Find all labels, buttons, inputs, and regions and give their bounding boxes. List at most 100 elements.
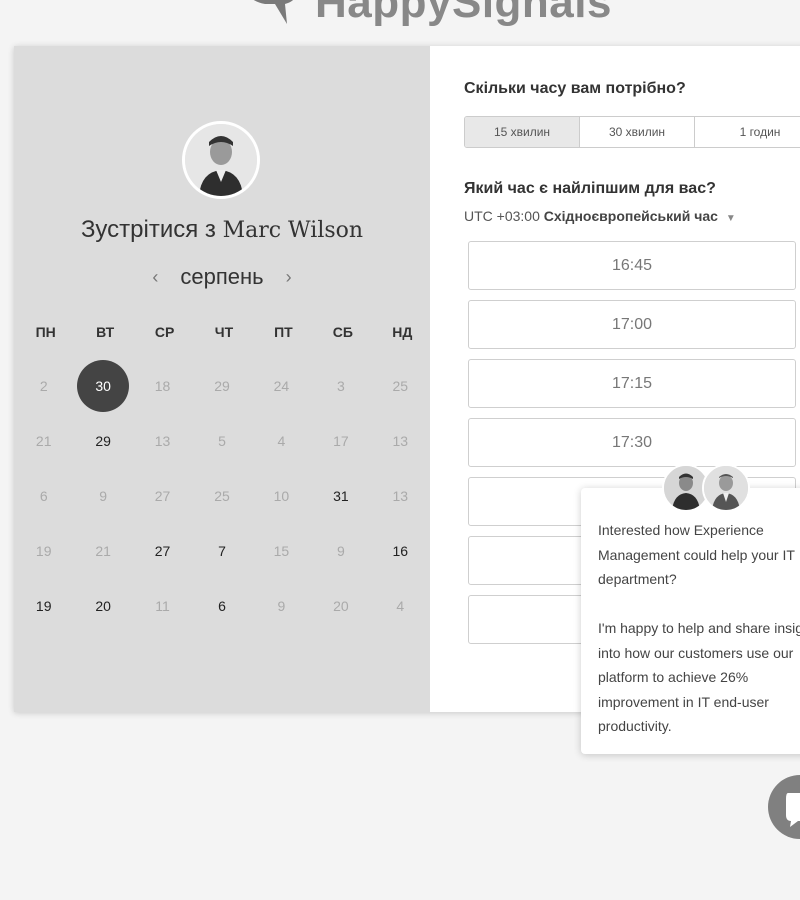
timezone-name: Східноєвропейський час	[543, 208, 718, 224]
calendar-day-label: 25	[392, 377, 409, 394]
weekday-header: ПН ВТ СР ЧТ ПТ СБ НД	[14, 324, 430, 340]
calendar-day-label: 18	[154, 377, 171, 394]
calendar-day-label: 3	[336, 377, 345, 394]
calendar-day-label: 20	[95, 597, 111, 614]
calendar-day: 20	[311, 578, 370, 633]
calendar-day-label: 6	[218, 597, 226, 614]
duration-selector: 15 хвилин 30 хвилин 1 годин	[464, 116, 800, 148]
calendar-day-label: 31	[333, 487, 349, 504]
duration-option[interactable]: 15 хвилин	[465, 117, 580, 147]
calendar-day-label: 9	[336, 542, 345, 559]
time-slot-button[interactable]: 17:15	[468, 359, 796, 408]
duration-option[interactable]: 1 годин	[695, 117, 800, 147]
chat-message: Interested how Experience Management cou…	[598, 518, 800, 739]
weekday-label: НД	[392, 324, 413, 340]
calendar-day: 2	[14, 358, 73, 413]
calendar-day-label: 29	[214, 377, 230, 394]
calendar-day[interactable]: 6	[192, 578, 251, 633]
calendar-day: 9	[73, 468, 132, 523]
timezone-offset: UTC +03:00	[464, 208, 540, 224]
calendar-day-label: 24	[273, 377, 290, 394]
weekday-label: ВТ	[96, 324, 115, 340]
calendar-day[interactable]: 20	[73, 578, 132, 633]
calendar-day-label: 29	[95, 432, 111, 449]
calendar-day-label: 17	[333, 432, 349, 449]
calendar-day[interactable]: 29	[73, 413, 132, 468]
time-slot-button[interactable]: 17:30	[468, 418, 796, 467]
calendar-day: 27	[133, 468, 192, 523]
calendar-day-label: 20	[333, 597, 349, 614]
brand-name: HappySignals	[315, 0, 612, 27]
calendar-day: 13	[133, 413, 192, 468]
calendar-day-label: 16	[392, 542, 409, 559]
calendar-day: 25	[192, 468, 251, 523]
logo-mark-icon	[254, 0, 293, 24]
calendar-day: 25	[371, 358, 430, 413]
calendar-pane: Зустрітися з Marc Wilson ‹ серпень › ПН В…	[14, 46, 430, 712]
calendar-day-label: 27	[154, 542, 171, 559]
calendar-day: 4	[252, 413, 311, 468]
chat-paragraph: Interested how Experience Management cou…	[598, 522, 795, 587]
calendar-day-label: 4	[396, 597, 405, 614]
calendar-day[interactable]: 31	[311, 468, 370, 523]
calendar-grid: 2 30 18 29 24 3 25 21 29 13 5 4 17 13 6 9 27 25 10 31 13 19 21…	[14, 358, 430, 633]
calendar-day-label: 11	[155, 597, 170, 614]
calendar-day: 4	[371, 578, 430, 633]
calendar-day-label: 10	[273, 487, 290, 504]
time-slot-button[interactable]: 17:00	[468, 300, 796, 349]
host-title: Зустрітися з Marc Wilson	[14, 216, 430, 244]
chat-agent-avatars	[662, 464, 754, 516]
calendar-day: 19	[14, 523, 73, 578]
calendar-day[interactable]: 27	[133, 523, 192, 578]
weekday-label: СБ	[332, 324, 353, 340]
weekday-label: ПН	[35, 324, 56, 340]
weekday-label: ПТ	[274, 324, 293, 340]
calendar-day: 18	[133, 358, 192, 413]
host-photo-icon	[185, 124, 257, 196]
caret-down-icon: ▼	[725, 213, 736, 224]
time-question: Який час є найліпшим для вас?	[464, 180, 716, 197]
month-label: серпень	[180, 264, 264, 289]
calendar-day-label: 2	[39, 377, 48, 394]
calendar-day: 13	[371, 413, 430, 468]
calendar-day-label: 13	[392, 487, 409, 504]
chat-paragraph: I'm happy to help and share insight into…	[598, 620, 800, 734]
calendar-day: 17	[311, 413, 370, 468]
calendar-day: 15	[252, 523, 311, 578]
calendar-day: 3	[311, 358, 370, 413]
calendar-day[interactable]: 19	[14, 578, 73, 633]
brand-logo: HappySignals	[235, 0, 612, 28]
calendar-day[interactable]: 7	[192, 523, 251, 578]
calendar-day-label: 27	[154, 487, 171, 504]
calendar-day: 9	[252, 578, 311, 633]
calendar-day-label: 9	[277, 597, 286, 614]
chat-bubble-icon	[786, 793, 800, 827]
calendar-day: 9	[311, 523, 370, 578]
next-month-chevron-icon[interactable]: ›	[282, 267, 296, 288]
duration-option[interactable]: 30 хвилин	[580, 117, 695, 147]
prev-month-chevron-icon[interactable]: ‹	[148, 267, 162, 288]
calendar-day-label: 9	[99, 487, 108, 504]
calendar-day: 29	[192, 358, 251, 413]
weekday-label: ЧТ	[214, 324, 234, 340]
calendar-day-label: 4	[277, 432, 286, 449]
time-slot-button[interactable]: 16:45	[468, 241, 796, 290]
month-navigation: ‹ серпень ›	[14, 264, 430, 290]
calendar-day: 21	[73, 523, 132, 578]
agent-avatar-2	[702, 464, 750, 512]
weekday-label: СР	[154, 324, 175, 340]
calendar-day-label: 19	[35, 542, 52, 559]
calendar-day: 10	[252, 468, 311, 523]
chat-launcher-button[interactable]	[768, 775, 800, 839]
timezone-selector[interactable]: UTC +03:00 Східноєвропейський час ▼	[464, 208, 736, 224]
calendar-day-selected[interactable]: 30	[73, 358, 132, 413]
calendar-day[interactable]: 16	[371, 523, 430, 578]
calendar-day-label: 13	[392, 432, 409, 449]
chat-popup[interactable]: Interested how Experience Management cou…	[581, 488, 800, 754]
calendar-day-label: 7	[218, 542, 226, 559]
calendar-day-label: 30	[77, 359, 130, 412]
duration-question: Скільки часу вам потрібно?	[464, 80, 686, 97]
calendar-day-label: 5	[218, 432, 226, 449]
host-prefix: Зустрітися з	[80, 216, 216, 243]
host-avatar	[182, 121, 260, 199]
